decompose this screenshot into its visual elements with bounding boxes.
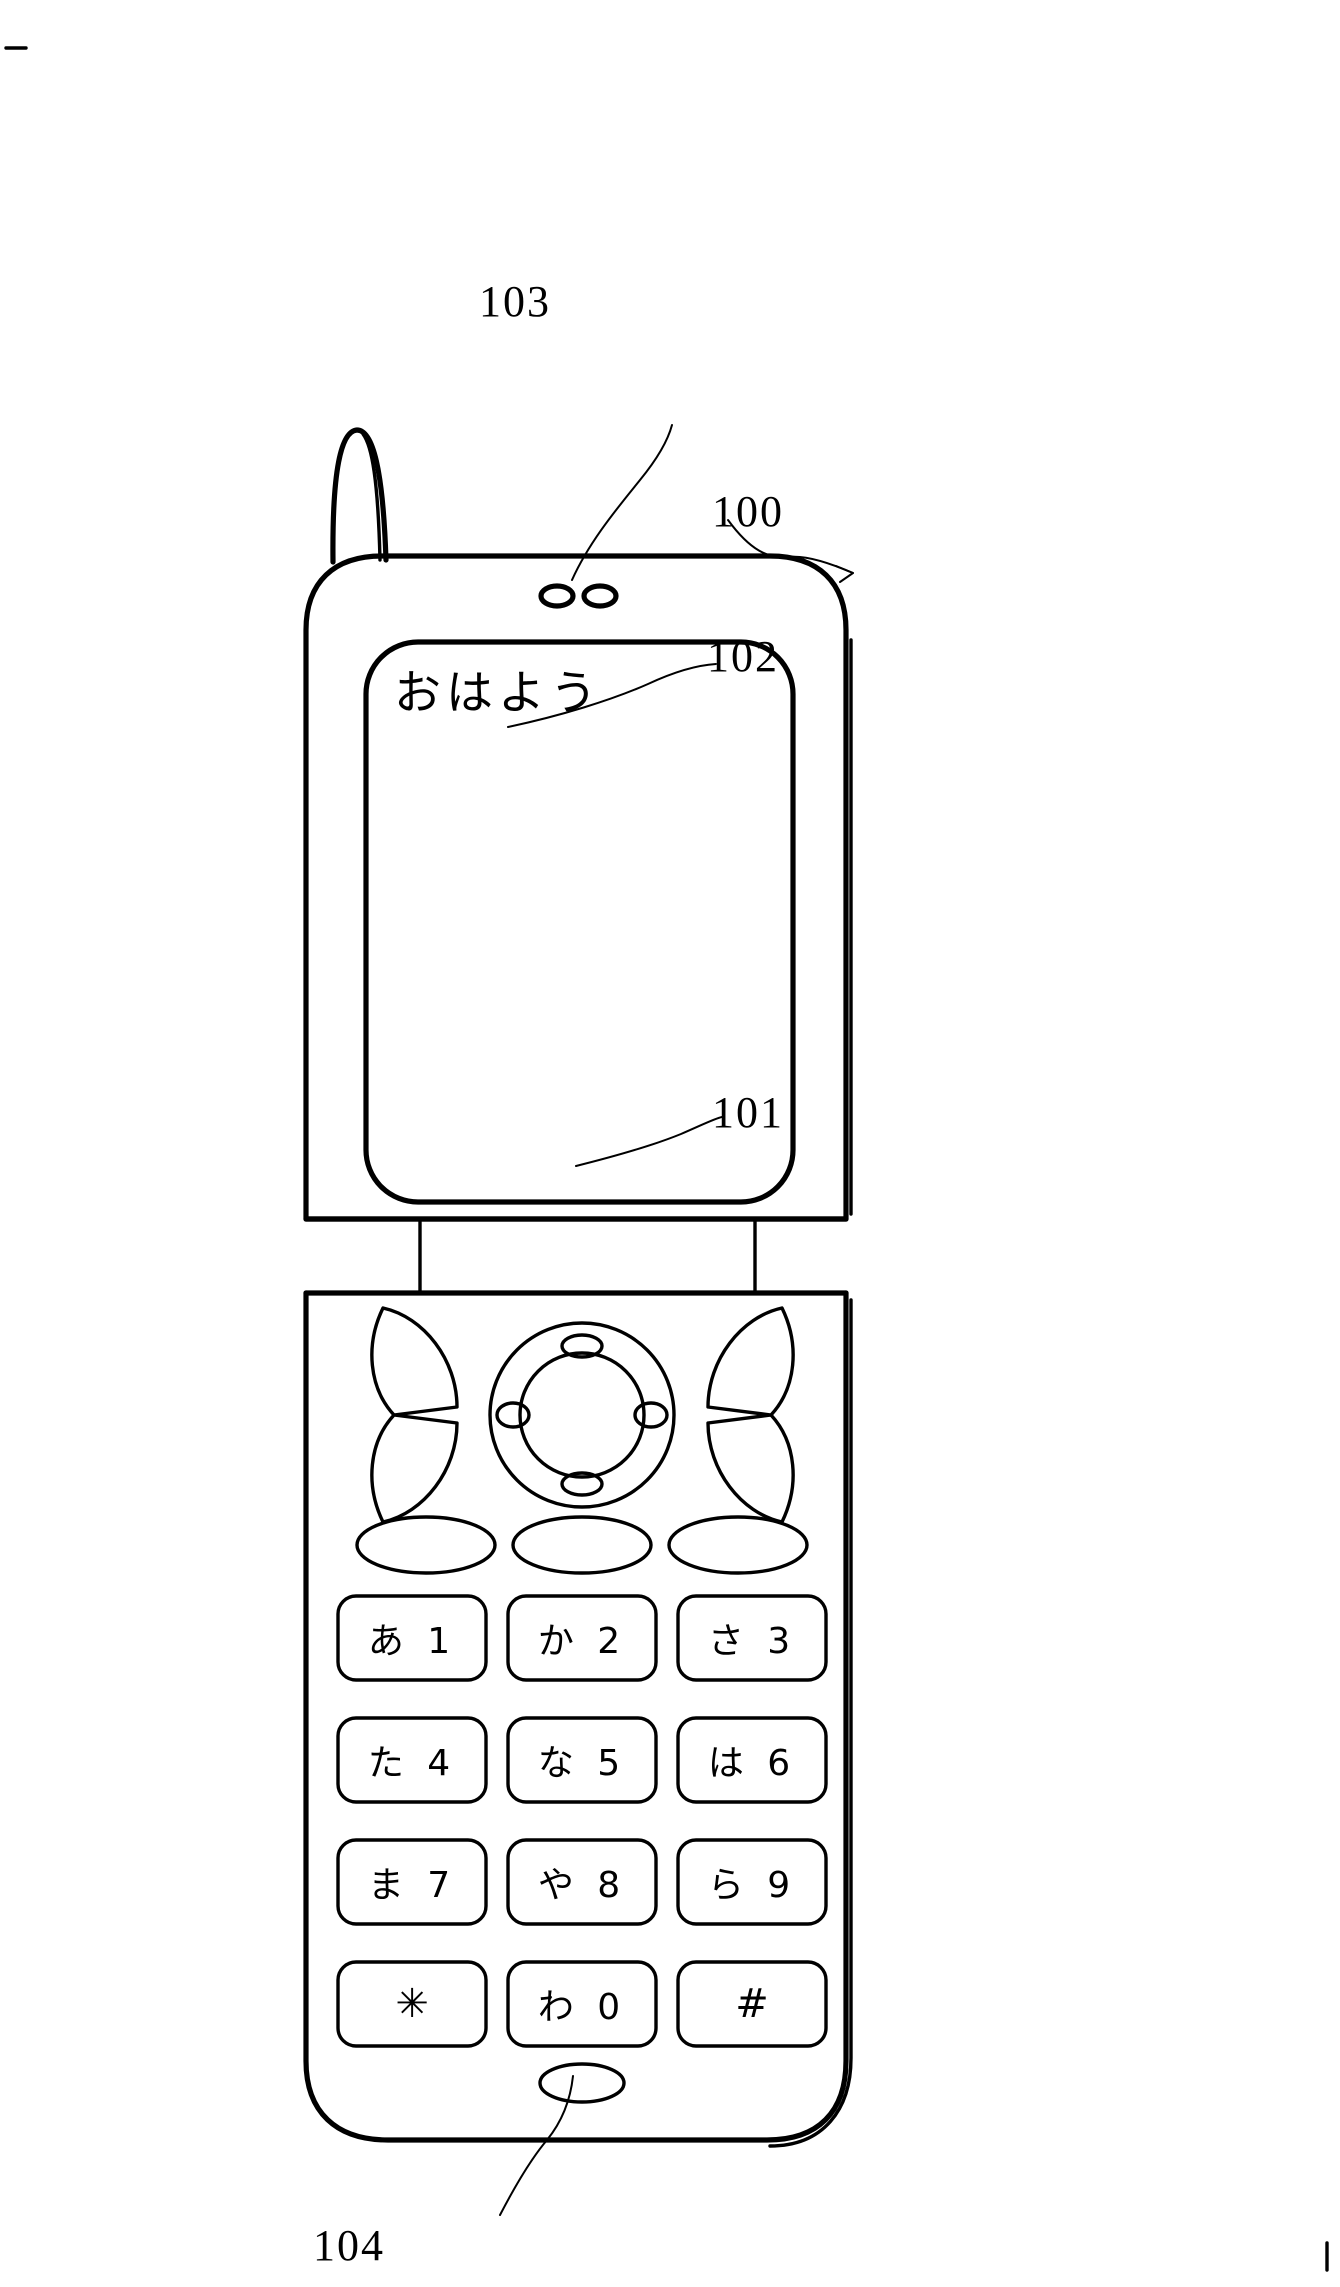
display-message-text: おはよう [394,666,602,721]
side-key-upper-right [706,1306,795,1417]
speaker-hole-right [581,583,619,609]
ref-label-103: 103 [479,277,551,326]
soft-key-right [667,1515,809,1575]
figure-linework [4,46,1329,2272]
key-label-3[interactable]: さ 3 [678,1596,826,1680]
key-label-5[interactable]: な 5 [508,1718,656,1802]
key-label-hash[interactable]: # [678,1962,826,2046]
key-label-0[interactable]: わ 0 [508,1962,656,2046]
ref-label-104: 104 [313,2221,385,2270]
ref-label-101: 101 [712,1088,784,1137]
side-key-lower-left [370,1413,459,1524]
key-label-4[interactable]: た 4 [338,1718,486,1802]
key-label-9[interactable]: ら 9 [678,1840,826,1924]
soft-key-center [511,1515,653,1575]
dpad-inner-ring [518,1351,646,1479]
dpad-dot-right [633,1401,669,1429]
key-label-6[interactable]: は 6 [678,1718,826,1802]
key-label-1[interactable]: あ 1 [338,1596,486,1680]
side-key-upper-left [370,1306,459,1417]
soft-key-left [355,1515,497,1575]
key-label-7[interactable]: ま 7 [338,1840,486,1924]
dpad-dot-left [495,1401,531,1429]
leader-line-104 [499,2075,574,2216]
dpad-outer-ring [488,1321,676,1509]
microphone-opening [538,2062,626,2104]
ref-label-100: 100 [712,487,784,536]
key-label-8[interactable]: や 8 [508,1840,656,1924]
side-key-lower-right [706,1413,795,1524]
antenna-inner-edge [361,432,382,562]
speaker-hole-left [538,583,576,609]
patent-figure: おはよう 103 100 102 101 104 あ 1 か 2 さ 3 た 4… [0,0,1340,2287]
leader-line-101 [575,1116,723,1167]
ref-label-102: 102 [707,632,779,681]
key-label-star[interactable]: ✳ [338,1962,486,2046]
key-label-2[interactable]: か 2 [508,1596,656,1680]
